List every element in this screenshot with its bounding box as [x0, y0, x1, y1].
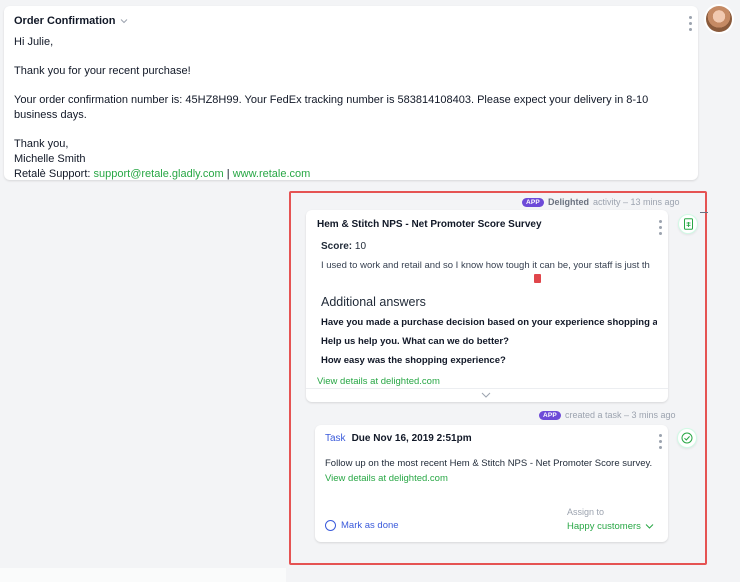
survey-question-2: Help us help you. What can we do better? [321, 336, 509, 347]
email-line-1: Thank you for your recent purchase! [14, 65, 191, 77]
email-signer-name: Michelle Smith [14, 153, 86, 165]
task-activity-meta: APP created a task – 3 mins ago [539, 410, 676, 420]
assign-to-dropdown[interactable]: Happy customers [567, 521, 654, 532]
email-support-line: Retalè Support: support@retale.gladly.co… [14, 167, 688, 182]
chevron-down-icon [121, 19, 128, 24]
survey-more-icon[interactable] [658, 220, 662, 235]
survey-card: Hem & Stitch NPS - Net Promoter Score Su… [306, 210, 668, 402]
task-more-icon[interactable] [658, 434, 662, 449]
email-card: Order Confirmation Hi Julie, Thank you f… [4, 6, 698, 180]
email-signoff: Thank you, [14, 138, 69, 150]
app-badge: APP [539, 410, 561, 420]
additional-answers-heading: Additional answers [321, 295, 426, 309]
task-card: Task Due Nov 16, 2019 2:51pm Follow up o… [315, 425, 668, 542]
document-icon [534, 274, 541, 283]
activity-text: activity – 13 mins ago [592, 197, 680, 207]
task-due-date: Due Nov 16, 2019 2:51pm [351, 433, 472, 444]
score-value: 10 [354, 241, 367, 252]
app-badge: APP [522, 197, 544, 207]
survey-divider [306, 388, 668, 389]
chevron-down-icon[interactable] [481, 391, 491, 399]
mark-as-done-button[interactable]: Mark as done [325, 520, 399, 531]
survey-question-3: How easy was the shopping experience? [321, 355, 506, 366]
support-separator: | [223, 168, 233, 180]
edge-tick [700, 212, 708, 213]
email-title-row[interactable]: Order Confirmation [14, 15, 688, 27]
spreadsheet-icon [683, 218, 693, 230]
chevron-down-icon [645, 524, 654, 529]
support-email-link[interactable]: support@retale.gladly.com [94, 168, 224, 180]
mark-as-done-label: Mark as done [341, 520, 399, 531]
survey-score: Score: 10 [317, 241, 657, 252]
support-prefix: Retalè Support: [14, 168, 94, 180]
assign-to-value: Happy customers [567, 521, 641, 532]
task-label: Task [325, 433, 346, 444]
task-header: Task Due Nov 16, 2019 2:51pm [325, 433, 658, 444]
task-check-icon[interactable] [677, 428, 697, 448]
check-circle-icon [681, 432, 693, 444]
email-greeting: Hi Julie, [14, 36, 54, 48]
task-activity-text: created a task – 3 mins ago [564, 410, 676, 420]
circle-icon [325, 520, 336, 531]
survey-details-link[interactable]: View details at delighted.com [317, 376, 657, 387]
task-details-link[interactable]: View details at delighted.com [325, 473, 658, 484]
email-line-2: Your order confirmation number is: 45HZ8… [14, 94, 649, 121]
activity-source: Delighted [547, 197, 589, 207]
email-more-icon[interactable] [688, 16, 692, 31]
survey-activity-meta: APP Delighted activity – 13 mins ago [522, 197, 680, 207]
survey-document-icon[interactable] [678, 214, 698, 234]
survey-title: Hem & Stitch NPS - Net Promoter Score Su… [317, 219, 542, 230]
task-description: Follow up on the most recent Hem & Stitc… [325, 458, 653, 469]
avatar[interactable] [706, 6, 732, 32]
score-label: Score: [321, 241, 353, 252]
composer-edge [0, 568, 286, 582]
survey-comment: I used to work and retail and so I know … [321, 260, 650, 271]
survey-question-1: Have you made a purchase decision based … [321, 317, 657, 328]
assign-to-label: Assign to [567, 507, 605, 517]
website-link[interactable]: www.retale.com [233, 168, 311, 180]
email-title: Order Confirmation [14, 15, 116, 27]
